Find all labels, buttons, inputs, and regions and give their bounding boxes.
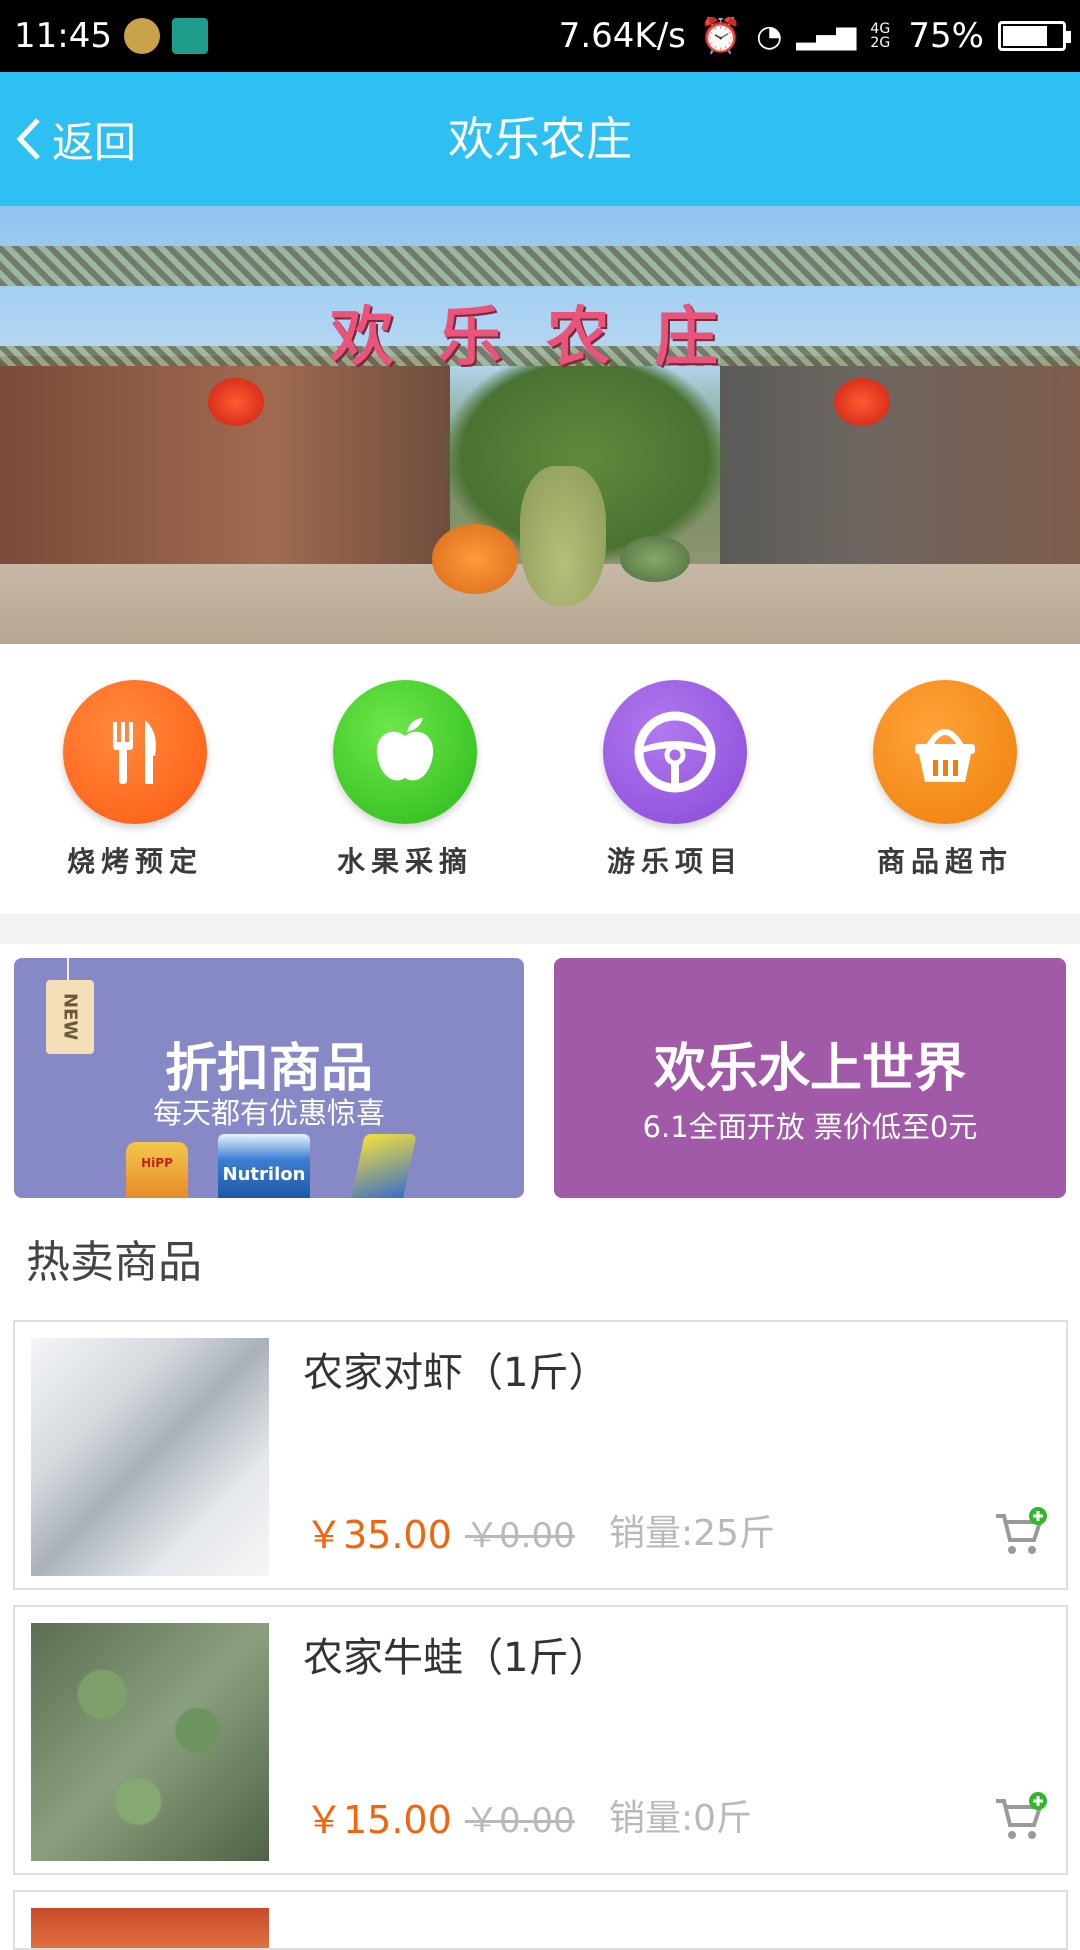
product-image-shrimp [31,1338,269,1576]
product-sales: 销量:0斤 [609,1798,753,1839]
promo-product-jar: HiPP [126,1142,188,1198]
product-price: ￥35.00 [305,1513,452,1557]
product-card-partial[interactable] [13,1890,1068,1950]
promo-product-jar-label: HiPP [141,1156,173,1170]
menu-item-fruit[interactable]: 水果采摘 [270,644,540,914]
product-name: 农家对虾（1斤） [303,1350,609,1396]
status-time: 11:45 [14,16,112,56]
fork-knife-icon [63,680,207,824]
promo-subtitle: 每天都有优惠惊喜 [152,1096,385,1130]
menu-label: 水果采摘 [336,845,473,878]
menu-label: 游乐项目 [606,845,743,878]
promo-title: 欢乐水上世界 [653,1039,966,1099]
farm-banner-image[interactable]: 欢乐农庄 [0,206,1080,644]
product-sales: 销量:25斤 [609,1513,775,1554]
menu-label: 商品超市 [876,845,1013,878]
promo-discount-goods[interactable]: NEW 折扣商品 每天都有优惠惊喜 HiPP Nutrilon [14,958,524,1198]
battery-fill [1003,26,1047,46]
product-card[interactable]: 农家对虾（1斤） ￥35.00 ￥0.00 销量:25斤 [13,1320,1068,1590]
banner-pumpkin [432,524,518,594]
banner-lantern-right [834,378,890,426]
page-title: 欢乐农庄 [448,112,632,166]
app-notification-icon [123,18,160,54]
promo-product-label: Nutrilon [222,1164,306,1185]
menu-item-bbq[interactable]: 烧烤预定 [0,644,270,914]
status-bar: 11:45 7.64K/s ⏰ ◔ ▂▄▆ 4G 2G 75% [0,0,1080,72]
network-type: 4G 2G [870,21,891,51]
status-right-group: 7.64K/s ⏰ ◔ ▂▄▆ 4G 2G 75% [558,16,1071,56]
banner-gourd [520,466,606,606]
steering-wheel-icon [603,680,747,824]
wifi-icon: ◔ [756,18,783,54]
add-to-cart-icon[interactable] [992,1506,1048,1562]
promo-water-world[interactable]: 欢乐水上世界 6.1全面开放 票价低至0元 [554,958,1066,1198]
promo-product-can: Nutrilon [218,1134,310,1198]
promo-subtitle: 6.1全面开放 票价低至0元 [642,1110,978,1144]
screenshot-notification-icon [171,18,208,54]
battery-percent: 75% [908,16,984,56]
product-name: 农家牛蛙（1斤） [303,1635,609,1681]
banner-melon [620,536,690,582]
promo-product-bottle [351,1134,417,1198]
category-menu: 烧烤预定 水果采摘 游乐项目 商品超市 [0,644,1080,914]
menu-item-amusement[interactable]: 游乐项目 [540,644,810,914]
product-original-price: ￥0.00 [465,1516,575,1556]
apple-icon [333,680,477,824]
banner-lantern-left [208,378,264,426]
net-speed: 7.64K/s [558,16,686,56]
product-card[interactable]: 农家牛蛙（1斤） ￥15.00 ￥0.00 销量:0斤 [13,1605,1068,1875]
menu-item-supermarket[interactable]: 商品超市 [810,644,1080,914]
banner-frame [0,246,1080,286]
product-image-partial [31,1908,269,1948]
battery-icon [998,21,1071,51]
banner-sign: 欢乐农庄 [330,301,762,375]
menu-label: 烧烤预定 [66,845,203,878]
add-to-cart-icon[interactable] [992,1791,1048,1847]
hot-goods-title: 热卖商品 [26,1237,202,1288]
product-price: ￥15.00 [305,1798,452,1842]
basket-icon [873,680,1017,824]
product-image-bullfrog [31,1623,269,1861]
signal-icon: ▂▄▆ [796,21,857,51]
alarm-icon: ⏰ [699,16,743,56]
app-header: 返回 欢乐农庄 [0,72,1080,206]
section-divider [0,914,1080,944]
product-original-price: ￥0.00 [465,1801,575,1841]
